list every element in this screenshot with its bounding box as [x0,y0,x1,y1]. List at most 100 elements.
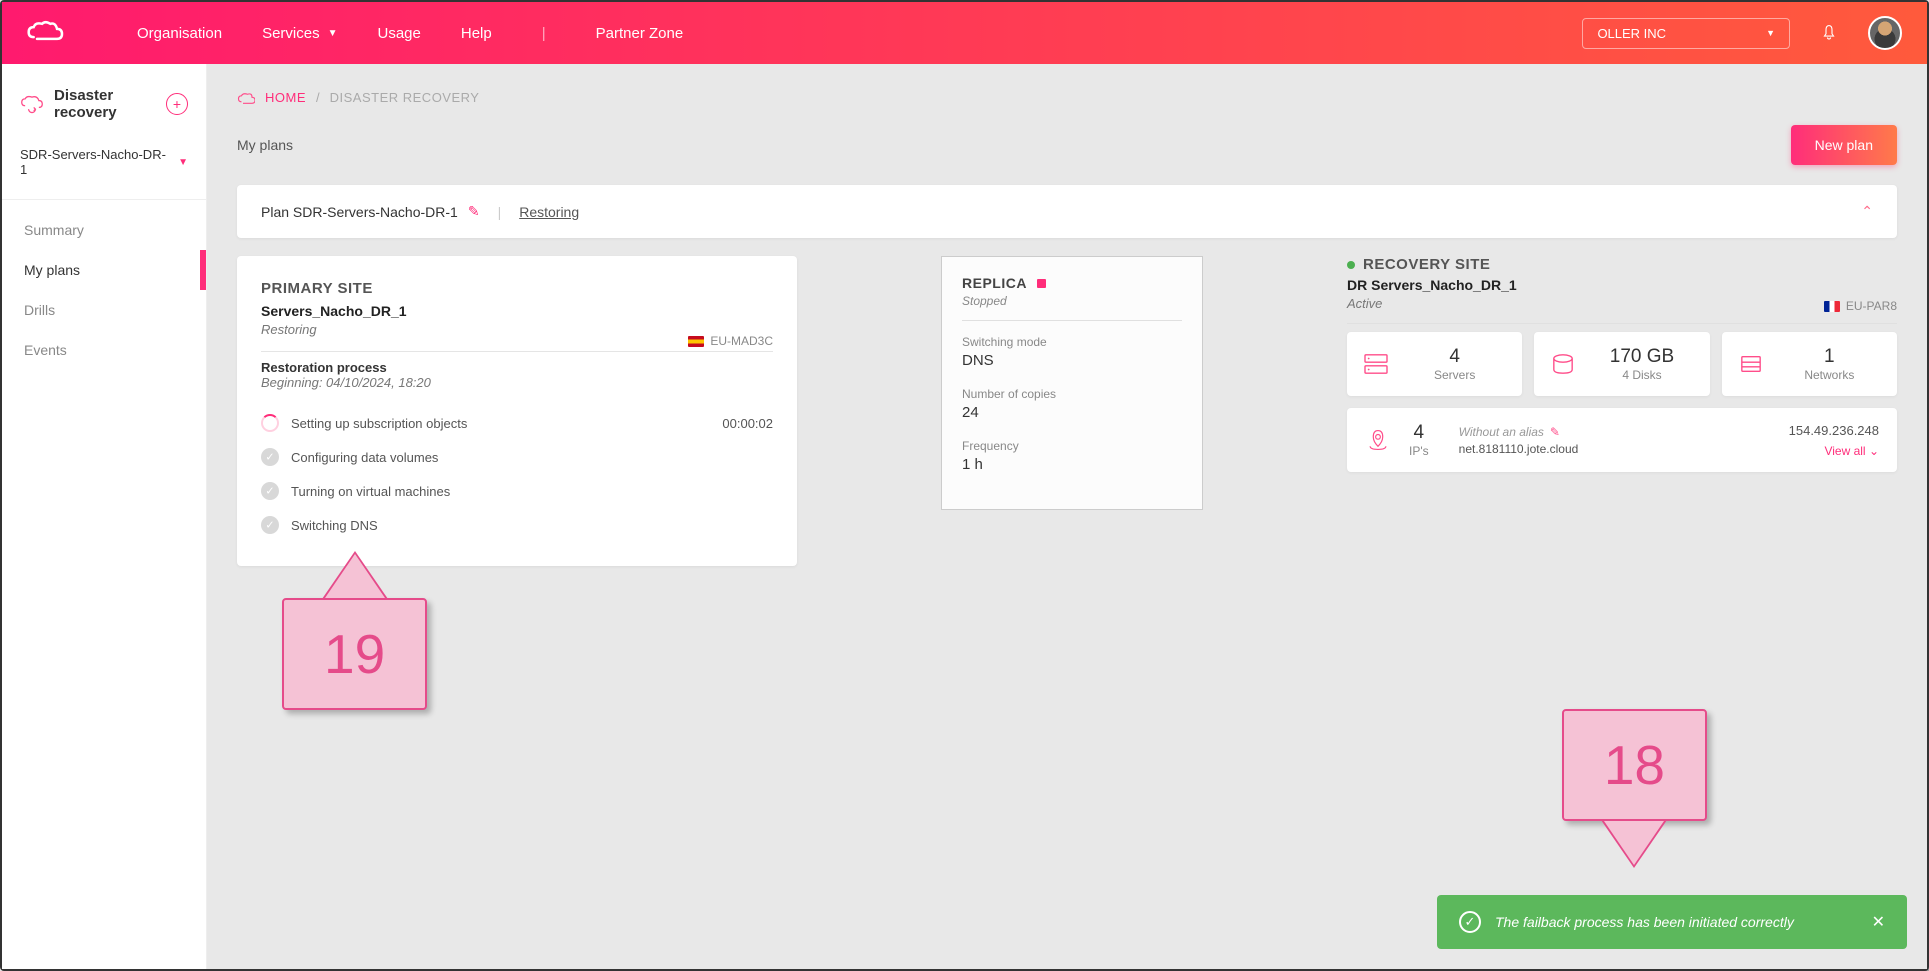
primary-region: EU-MAD3C [710,334,773,348]
edit-icon[interactable]: ✎ [1550,425,1560,439]
org-selector[interactable]: OLLER INC ▼ [1582,18,1790,49]
breadcrumb-home[interactable]: HOME [265,90,306,105]
step-row: Turning on virtual machines [261,474,773,508]
copies-value: 24 [962,404,1182,421]
pending-icon [261,516,279,534]
storage-label: 4 Disks [1590,368,1693,382]
plan-selector-label: SDR-Servers-Nacho-DR-1 [20,147,170,177]
plan-name-label: Plan SDR-Servers-Nacho-DR-1 [261,204,458,220]
toast-message: The failback process has been initiated … [1495,914,1794,930]
process-title: Restoration process [261,360,773,375]
host-value: net.8181110.jote.cloud [1459,442,1579,456]
status-dot-icon [1037,279,1046,288]
step-label: Switching DNS [291,518,378,533]
spinner-icon [261,414,279,432]
nav-services-label: Services [262,25,320,42]
edit-icon[interactable]: ✎ [468,203,480,220]
sidebar-item-myplans[interactable]: My plans [2,250,206,290]
view-all-label: View all [1824,444,1865,458]
replica-status: Stopped [962,294,1182,321]
org-name-label: OLLER INC [1597,26,1666,41]
ip-address: 154.49.236.248 [1789,423,1879,438]
annotation-callout-18: 18 [1562,709,1707,865]
disk-icon [1550,353,1576,375]
servers-card[interactable]: 4 Servers [1347,332,1522,396]
plan-status-link[interactable]: Restoring [519,204,579,220]
pending-icon [261,482,279,500]
collapse-icon[interactable]: ⌃ [1861,203,1873,220]
chevron-down-icon: ▼ [178,157,188,168]
step-label: Turning on virtual machines [291,484,450,499]
nav-help[interactable]: Help [461,25,492,42]
sidebar-item-events[interactable]: Events [2,330,206,370]
arrow-up-icon [325,554,385,598]
close-icon[interactable]: ✕ [1872,912,1885,932]
bell-icon[interactable] [1820,24,1838,42]
location-icon [1365,429,1391,451]
recovery-name: DR Servers_Nacho_DR_1 [1347,277,1897,293]
ips-value: 4 [1409,422,1429,444]
replica-panel: REPLICA Stopped Switching mode DNS Numbe… [941,256,1203,510]
networks-value: 1 [1778,346,1881,368]
step-label: Configuring data volumes [291,450,438,465]
step-row: Switching DNS [261,508,773,542]
storage-card[interactable]: 170 GB 4 Disks [1534,332,1709,396]
sidebar-item-summary[interactable]: Summary [2,210,206,250]
nav-separator: | [542,25,546,42]
view-all-link[interactable]: View all ⌄ [1789,444,1879,458]
separator: | [498,204,502,220]
main-content: HOME / DISASTER RECOVERY My plans New pl… [207,64,1927,969]
step-time: 00:00:02 [722,416,773,431]
cloud-sync-icon [20,92,44,116]
server-icon [1363,353,1389,375]
sidebar-title: Disaster recovery [54,87,156,121]
servers-label: Servers [1403,368,1506,382]
pending-icon [261,448,279,466]
chevron-down-icon: ▼ [328,28,338,39]
nav-services[interactable]: Services ▼ [262,25,337,42]
step-label: Setting up subscription objects [291,416,467,431]
flag-es-icon [688,336,704,347]
primary-site-panel: PRIMARY SITE Servers_Nacho_DR_1 Restorin… [237,256,797,566]
status-dot-icon [1347,261,1355,269]
copies-label: Number of copies [962,387,1182,401]
callout-box: 18 [1562,709,1707,821]
logo-icon[interactable] [27,18,77,48]
section-title: My plans [237,137,293,153]
sidebar-item-drills[interactable]: Drills [2,290,206,330]
primary-title: PRIMARY SITE [261,280,773,297]
callout-box: 19 [282,598,427,710]
add-plan-button[interactable]: + [166,93,188,115]
switching-mode-value: DNS [962,352,1182,369]
step-row: Configuring data volumes [261,440,773,474]
frequency-value: 1 h [962,456,1182,473]
annotation-callout-19: 19 [282,554,427,710]
networks-label: Networks [1778,368,1881,382]
nav-usage[interactable]: Usage [378,25,421,42]
primary-name: Servers_Nacho_DR_1 [261,303,773,319]
plan-selector[interactable]: SDR-Servers-Nacho-DR-1 ▼ [20,147,188,177]
frequency-label: Frequency [962,439,1182,453]
network-icon [1738,353,1764,375]
storage-value: 170 GB [1590,346,1693,368]
alias-label: Without an alias [1459,425,1544,439]
recovery-site-panel: RECOVERY SITE DR Servers_Nacho_DR_1 Acti… [1347,256,1897,472]
ip-card: 4 IP's Without an alias ✎ net.8181110.jo… [1347,408,1897,472]
cloud-icon [237,91,255,105]
step-row: Setting up subscription objects 00:00:02 [261,406,773,440]
ips-label: IP's [1409,444,1429,458]
sidebar: Disaster recovery + SDR-Servers-Nacho-DR… [2,64,207,969]
chevron-down-icon: ▼ [1766,28,1775,38]
switching-mode-label: Switching mode [962,335,1182,349]
plan-header-bar: Plan SDR-Servers-Nacho-DR-1 ✎ | Restorin… [237,185,1897,238]
breadcrumb-sep: / [316,90,320,105]
networks-card[interactable]: 1 Networks [1722,332,1897,396]
nav-organisation[interactable]: Organisation [137,25,222,42]
nav-partner-zone[interactable]: Partner Zone [596,25,684,42]
flag-fr-icon [1824,301,1840,312]
new-plan-button[interactable]: New plan [1791,125,1897,165]
process-subtitle: Beginning: 04/10/2024, 18:20 [261,375,773,390]
replica-title-text: REPLICA [962,275,1027,291]
user-avatar[interactable] [1868,16,1902,50]
recovery-title: RECOVERY SITE [1363,256,1490,273]
